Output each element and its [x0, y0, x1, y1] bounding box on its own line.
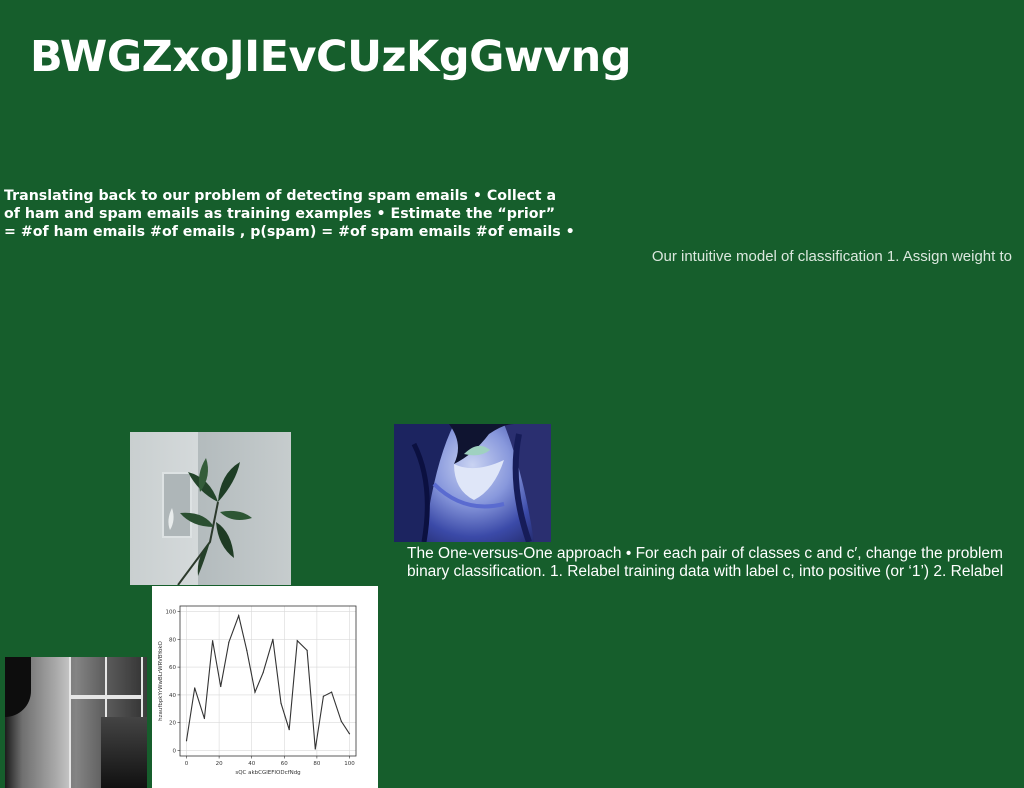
page-title: BWGZxoJIEvCUzKgGwvng: [30, 32, 632, 82]
window-pane: [69, 657, 107, 697]
data-point: [220, 685, 222, 688]
data-point: [306, 649, 308, 652]
data-point: [228, 641, 230, 643]
y-tick-label: 40: [169, 693, 176, 699]
x-axis-label: sQC akbCGlEFIODcfNdg: [235, 770, 300, 776]
data-point: [322, 695, 325, 697]
one-vs-one-text: The One-versus-One approach • For each p…: [407, 545, 1024, 581]
plant-photo: [130, 432, 291, 585]
x-tick-label: 0: [185, 761, 189, 767]
text-line: binary classification. 1. Relabel traini…: [407, 563, 1004, 580]
chart-svg: 0 20 40 60 80 100 0 20 40 60 80 100 sQC akbCGlEFIOD…: [158, 605, 357, 776]
data-point: [348, 733, 351, 735]
data-point: [262, 672, 264, 674]
data-point: [272, 638, 274, 640]
x-tick-label: 80: [313, 761, 320, 767]
data-point: [194, 687, 196, 689]
data-point: [314, 748, 316, 750]
x-tick-label: 100: [344, 761, 355, 767]
text-line: The One-versus-One approach • For each p…: [407, 545, 1003, 562]
y-tick-label: 100: [166, 610, 177, 616]
data-point: [246, 649, 248, 652]
data-point: [211, 640, 214, 642]
plant-drawing: [168, 458, 252, 585]
dark-shape: [101, 717, 147, 788]
dark-shape: [5, 657, 31, 717]
data-point: [203, 717, 206, 720]
data-point: [238, 615, 240, 617]
y-tick-label: 20: [169, 721, 176, 727]
y-tick-label: 0: [173, 748, 177, 754]
x-tick-label: 20: [216, 761, 223, 767]
data-point: [280, 702, 282, 704]
data-point: [296, 640, 298, 642]
plot-frame: [179, 605, 357, 757]
y-tick-label: 80: [169, 637, 176, 643]
text-line: = #of ham emails #of emails , p(spam) = …: [4, 224, 574, 240]
data-point: [288, 729, 290, 731]
text-line: Translating back to our problem of detec…: [4, 188, 557, 204]
window-pane: [105, 657, 143, 697]
hair-drawing: [394, 424, 551, 542]
spam-detection-text: Translating back to our problem of detec…: [4, 187, 574, 241]
data-point: [340, 720, 342, 722]
text-line: of ham and spam emails as training examp…: [4, 206, 556, 222]
data-point: [254, 691, 256, 693]
series-line: [185, 613, 350, 750]
data-point: [185, 740, 188, 742]
blue-hair-photo: [394, 424, 551, 542]
line-chart: 0 20 40 60 80 100 0 20 40 60 80 100 sQC akbCGlEFIOD…: [152, 586, 378, 788]
window-photo: [5, 657, 147, 788]
x-tick-label: 60: [281, 761, 288, 767]
data-point: [330, 691, 333, 693]
x-tick-label: 40: [248, 761, 255, 767]
y-tick-label: 60: [169, 665, 176, 671]
y-axis-label: hzaufbpkYrWwBLrWRVBYokO: [158, 640, 164, 720]
intuitive-model-text: Our intuitive model of classification 1.…: [651, 248, 1012, 265]
